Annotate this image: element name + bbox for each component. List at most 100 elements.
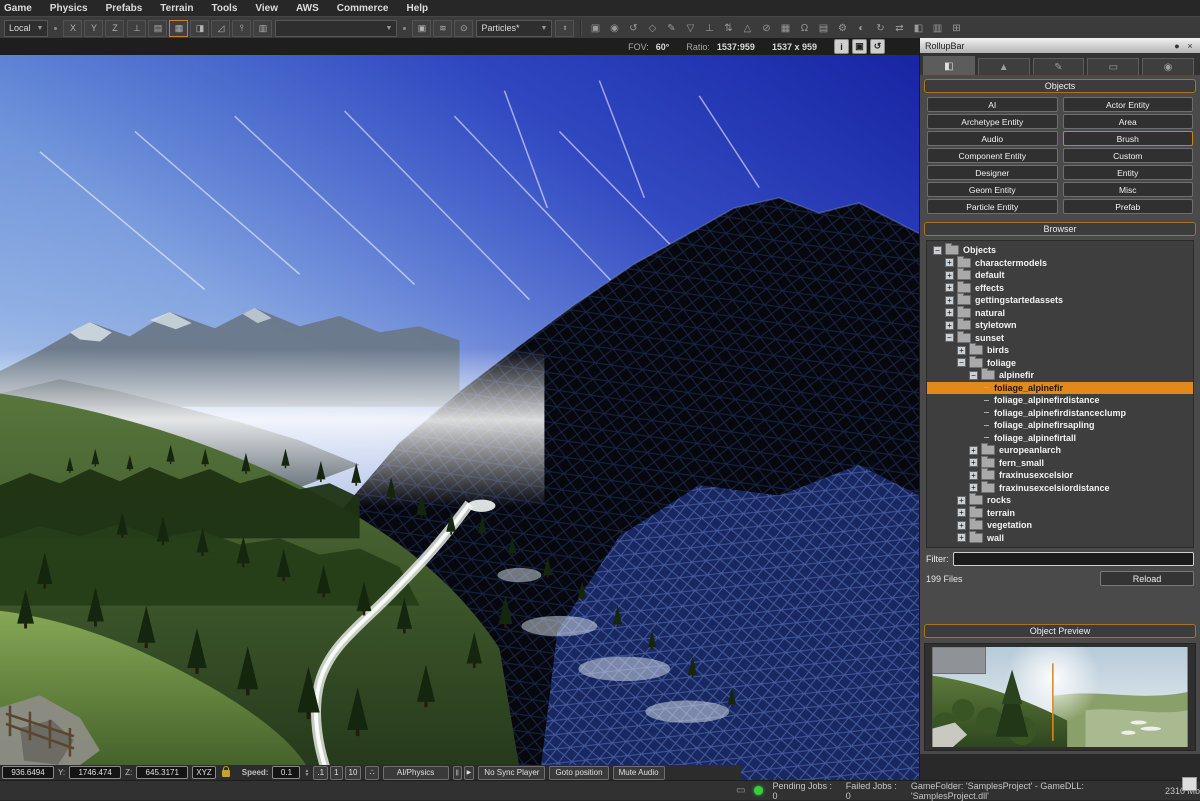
- particles-selector[interactable]: Particles* ▼: [476, 20, 552, 37]
- tree-item-birds[interactable]: +birds: [927, 344, 1193, 357]
- speed-preset-button--1[interactable]: .1: [313, 766, 328, 780]
- object-selector[interactable]: ▼: [275, 20, 397, 37]
- viewport-header-button[interactable]: i: [834, 39, 849, 54]
- speed-preset-button-1[interactable]: 1: [330, 766, 342, 780]
- expand-box-icon[interactable]: +: [957, 508, 966, 517]
- rollupbar-titlebar[interactable]: RollupBar ● ×: [920, 38, 1200, 53]
- toolbar-icon[interactable]: ≋: [433, 20, 452, 37]
- tree-item-fraxinusexcelsiordistance[interactable]: +fraxinusexcelsiordistance: [927, 482, 1193, 495]
- close-icon[interactable]: ×: [1185, 41, 1195, 51]
- z-coordinate-field[interactable]: 645.3171: [136, 766, 188, 779]
- rollup-tab-3[interactable]: ✎: [1033, 58, 1085, 75]
- tree-item-foliage-alpinefirtall[interactable]: foliage_alpinefirtall: [927, 432, 1193, 445]
- toolbar-icon[interactable]: ↻: [873, 23, 887, 34]
- speed-input[interactable]: 0.1: [272, 766, 300, 779]
- viewport-scene[interactable]: [0, 55, 919, 780]
- tree-item-foliage-alpinefirdistance[interactable]: foliage_alpinefirdistance: [927, 394, 1193, 407]
- object-type-button-brush[interactable]: Brush: [1063, 131, 1194, 146]
- particles-scroll-button[interactable]: ⇕: [555, 20, 574, 37]
- speed-preset-button-10[interactable]: 10: [345, 766, 362, 780]
- rollup-tab-2[interactable]: ▲: [978, 58, 1030, 75]
- viewport-size-value[interactable]: 1537 x 959: [772, 42, 817, 52]
- menu-item-view[interactable]: View: [255, 3, 278, 14]
- toolbar-icon[interactable]: ◿: [211, 20, 230, 37]
- object-type-button-archetype-entity[interactable]: Archetype Entity: [927, 114, 1058, 129]
- expand-box-icon[interactable]: +: [969, 483, 978, 492]
- xyz-toggle[interactable]: XYZ: [192, 766, 216, 779]
- step-button[interactable]: ▶: [464, 766, 475, 780]
- expand-box-icon[interactable]: +: [957, 521, 966, 530]
- console-icon[interactable]: ▭: [736, 785, 745, 796]
- axis-button-x[interactable]: X: [63, 20, 82, 37]
- toolbar-icon[interactable]: ▣: [588, 23, 602, 34]
- expand-box-icon[interactable]: +: [969, 458, 978, 467]
- toolbar-icon[interactable]: ⊙: [454, 20, 473, 37]
- object-type-button-component-entity[interactable]: Component Entity: [927, 148, 1058, 163]
- object-type-button-ai[interactable]: AI: [927, 97, 1058, 112]
- toolbar-icon[interactable]: ⊥: [127, 20, 146, 37]
- tree-item-fraxinusexcelsior[interactable]: +fraxinusexcelsior: [927, 469, 1193, 482]
- rollup-tab-1[interactable]: ◧: [923, 56, 975, 75]
- toolbar-icon[interactable]: Ω: [797, 23, 811, 34]
- tree-item-vegetation[interactable]: +vegetation: [927, 519, 1193, 532]
- menu-item-help[interactable]: Help: [407, 3, 429, 14]
- expand-box-icon[interactable]: +: [957, 533, 966, 542]
- expand-box-icon[interactable]: +: [945, 271, 954, 280]
- object-type-button-geom-entity[interactable]: Geom Entity: [927, 182, 1058, 197]
- object-type-button-actor-entity[interactable]: Actor Entity: [1063, 97, 1194, 112]
- object-type-button-custom[interactable]: Custom: [1063, 148, 1194, 163]
- toolbar-icon[interactable]: ↺: [626, 23, 640, 34]
- viewport-header-button[interactable]: ▣: [852, 39, 867, 54]
- toolbar-icon[interactable]: ◇: [645, 23, 659, 34]
- tree-item-foliage-alpinefirdistanceclump[interactable]: foliage_alpinefirdistanceclump: [927, 407, 1193, 420]
- tree-item-europeanlarch[interactable]: +europeanlarch: [927, 444, 1193, 457]
- expand-box-icon[interactable]: +: [945, 283, 954, 292]
- y-coordinate-field[interactable]: 1746.474: [69, 766, 121, 779]
- tree-item-fern-small[interactable]: +fern_small: [927, 457, 1193, 470]
- menu-item-physics[interactable]: Physics: [50, 3, 88, 14]
- speed-spinner[interactable]: ▲▼: [304, 769, 309, 777]
- toolbar-icon[interactable]: ▥: [930, 23, 944, 34]
- toolbar-icon[interactable]: ▤: [816, 23, 830, 34]
- mute-audio-button[interactable]: Mute Audio: [613, 766, 665, 780]
- menu-item-commerce[interactable]: Commerce: [337, 3, 389, 14]
- expand-box-icon[interactable]: +: [957, 346, 966, 355]
- expand-box-icon[interactable]: +: [969, 471, 978, 480]
- object-preview-header[interactable]: Object Preview: [924, 624, 1196, 638]
- toolbar-icon[interactable]: ▦: [778, 23, 792, 34]
- toolbar-icon[interactable]: ⊥: [702, 23, 716, 34]
- axis-button-y[interactable]: Y: [84, 20, 103, 37]
- object-type-button-audio[interactable]: Audio: [927, 131, 1058, 146]
- lock-icon[interactable]: [222, 770, 230, 777]
- tree-item-sunset[interactable]: −sunset: [927, 332, 1193, 345]
- axis-button-z[interactable]: Z: [105, 20, 124, 37]
- tree-item-wall[interactable]: +wall: [927, 532, 1193, 545]
- collapse-box-icon[interactable]: −: [957, 358, 966, 367]
- filter-input[interactable]: [953, 552, 1195, 566]
- fov-value[interactable]: 60°: [656, 42, 670, 52]
- menu-item-game[interactable]: Game: [4, 3, 32, 14]
- collapse-box-icon[interactable]: −: [969, 371, 978, 380]
- object-type-button-misc[interactable]: Misc: [1063, 182, 1194, 197]
- toolbar-icon[interactable]: ⇄: [892, 23, 906, 34]
- tree-item-charactermodels[interactable]: +charactermodels: [927, 257, 1193, 270]
- tree-item-foliage-alpinefir[interactable]: foliage_alpinefir: [927, 382, 1193, 395]
- collapse-box-icon[interactable]: −: [945, 333, 954, 342]
- objects-section-header[interactable]: Objects: [924, 79, 1196, 93]
- toolbar-icon[interactable]: ⚙: [835, 23, 849, 34]
- collapse-box-icon[interactable]: −: [933, 246, 942, 255]
- expand-box-icon[interactable]: +: [945, 308, 954, 317]
- tree-item-alpinefir[interactable]: −alpinefir: [927, 369, 1193, 382]
- no-sync-player-button[interactable]: No Sync Player: [478, 766, 545, 780]
- toolbar-icon[interactable]: ✎: [664, 23, 678, 34]
- toolbar-icon[interactable]: ◐: [854, 23, 868, 34]
- tree-item-terrain[interactable]: +terrain: [927, 507, 1193, 520]
- expand-box-icon[interactable]: +: [945, 258, 954, 267]
- object-type-button-designer[interactable]: Designer: [927, 165, 1058, 180]
- reload-button[interactable]: Reload: [1100, 571, 1194, 586]
- object-preview[interactable]: [924, 643, 1196, 751]
- object-type-button-area[interactable]: Area: [1063, 114, 1194, 129]
- menu-item-terrain[interactable]: Terrain: [160, 3, 193, 14]
- menu-item-tools[interactable]: Tools: [211, 3, 237, 14]
- toolbar-icon[interactable]: ▥: [253, 20, 272, 37]
